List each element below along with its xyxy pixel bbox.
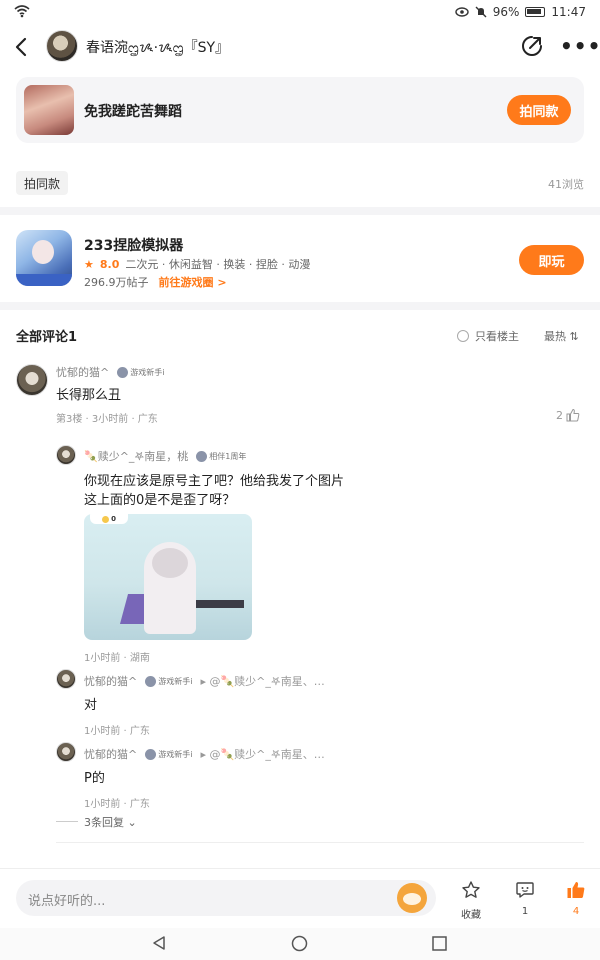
reply-text: P的 <box>84 771 105 786</box>
reply-text: 你现在应该是原号主了吧？他给我发了个图片 <box>84 474 345 489</box>
game-tags: 二次元 · 休闲益智 · 换装 · 捏脸 · 动漫 <box>125 258 311 271</box>
battery-percent: 96% <box>492 5 520 19</box>
game-post-count: 296.9万帖子 <box>84 276 149 289</box>
game-meta: ★ 8.0 二次元 · 休闲益智 · 换装 · 捏脸 · 动漫 <box>84 256 310 272</box>
user-badge: 游戏新手i <box>145 675 192 687</box>
avatar[interactable] <box>16 364 48 396</box>
favorite-button[interactable]: 收藏 <box>451 880 491 921</box>
badge-icon <box>145 675 157 687</box>
reply-username[interactable]: 忧郁的猫^ <box>84 746 137 762</box>
avatar[interactable] <box>56 669 76 689</box>
share-icon[interactable] <box>520 34 544 58</box>
topic-tag[interactable]: 拍同款 <box>16 171 69 195</box>
more-options-icon[interactable]: ••• <box>560 34 600 58</box>
mute-icon <box>475 6 487 18</box>
star-icon: ★ <box>84 257 94 271</box>
comments-button[interactable]: 1 <box>505 880 545 917</box>
view-count: 41浏览 <box>548 178 584 191</box>
coin-badge: 0 <box>90 514 128 524</box>
reply-text: 这上面的0是不是歪了呀？ <box>84 493 236 508</box>
user-badge: 游戏新手i <box>145 748 192 760</box>
reply-target[interactable]: ▸ @🍡赎少^_𖤐南星、… <box>200 673 324 689</box>
reply-meta: 1小时前 · 广东 <box>84 726 150 737</box>
user-badge: 相伴1周年 <box>196 450 246 462</box>
divider <box>56 821 78 822</box>
comment-text: 长得那么丑 <box>56 388 122 403</box>
eye-icon <box>455 7 469 17</box>
game-stats: 296.9万帖子 前往游戏圈 > <box>84 274 227 290</box>
reply-target[interactable]: ▸ @🍡赎少^_𖤐南星、… <box>200 746 324 762</box>
star-outline-icon <box>462 881 480 898</box>
expand-replies-button[interactable]: 3条回复 ⌄ <box>84 814 137 830</box>
emoji-icon[interactable] <box>397 883 427 913</box>
avatar[interactable] <box>56 445 76 465</box>
user-badge: 游戏新手i <box>117 366 164 378</box>
thumbs-up-icon <box>566 408 580 422</box>
back-button[interactable] <box>14 37 28 63</box>
reply-meta: 1小时前 · 湖南 <box>84 653 150 664</box>
game-name[interactable]: 233捏脸模拟器 <box>84 235 183 255</box>
template-card[interactable]: 免我蹉跎苦舞蹈 拍同款 <box>16 77 584 143</box>
likes-count: 4 <box>572 906 580 917</box>
like-button[interactable]: 4 <box>556 880 596 917</box>
comment-username[interactable]: 忧郁的猫^ <box>56 364 109 380</box>
nav-home-icon[interactable] <box>291 935 308 952</box>
badge-icon <box>117 366 129 378</box>
comment-bubble-icon <box>516 882 534 898</box>
divider <box>56 842 584 843</box>
divider <box>0 302 600 310</box>
nav-back-icon[interactable] <box>151 935 167 951</box>
reply-username[interactable]: 忧郁的猫^ <box>84 673 137 689</box>
comment-like-count: 2 <box>556 408 563 422</box>
badge-icon <box>145 748 157 760</box>
reply-header: 🍡赎少^_𖤐南星，桃 相伴1周年 <box>84 448 246 464</box>
game-rating: 8.0 <box>99 257 120 271</box>
only-host-toggle[interactable]: 只看楼主 <box>457 328 519 344</box>
comment-meta: 第3楼 · 3小时前 · 广东 <box>56 414 158 425</box>
reply-header: 忧郁的猫^ 游戏新手i ▸ @🍡赎少^_𖤐南星、… <box>84 673 325 689</box>
reply-username[interactable]: 🍡赎少^_𖤐南星，桃 <box>84 448 188 464</box>
reply-text: 对 <box>84 698 98 713</box>
shoot-same-button[interactable]: 拍同款 <box>507 95 571 125</box>
template-thumbnail <box>24 85 74 135</box>
status-bar: 96% 11:47 <box>0 0 600 26</box>
favorite-label: 收藏 <box>461 910 481 921</box>
chevron-left-icon <box>15 37 27 57</box>
game-circle-link[interactable]: 前往游戏圈 > <box>159 274 227 290</box>
battery-icon <box>525 7 546 17</box>
comment-like-button[interactable]: 2 <box>556 408 580 422</box>
clock: 11:47 <box>551 5 586 19</box>
reply-meta: 1小时前 · 广东 <box>84 799 150 810</box>
comment-header: 忧郁的猫^ 游戏新手i <box>56 364 164 380</box>
reply-image[interactable]: 0 <box>84 514 252 640</box>
divider <box>0 207 600 215</box>
author-name[interactable]: 春语涴ᦗᝰ·ᝰᦗ『SY』 <box>86 37 229 57</box>
comment-placeholder: 说点好听的... <box>28 894 106 909</box>
play-now-button[interactable]: 即玩 <box>519 245 584 275</box>
sort-toggle[interactable]: 最热 ⇅ <box>544 328 579 344</box>
comments-count: 1 <box>521 906 529 917</box>
only-host-label: 只看楼主 <box>475 330 519 343</box>
badge-icon <box>196 450 208 462</box>
game-icon[interactable] <box>16 230 72 286</box>
nav-recents-icon[interactable] <box>432 936 447 951</box>
reply-header: 忧郁的猫^ 游戏新手i ▸ @🍡赎少^_𖤐南星、… <box>84 746 325 762</box>
author-avatar[interactable] <box>46 30 78 62</box>
radio-icon <box>457 330 469 342</box>
avatar[interactable] <box>56 742 76 762</box>
comments-title: 全部评论1 <box>16 330 78 345</box>
wifi-icon <box>14 5 30 18</box>
thumbs-up-filled-icon <box>567 882 585 898</box>
template-title: 免我蹉跎苦舞蹈 <box>84 104 182 120</box>
